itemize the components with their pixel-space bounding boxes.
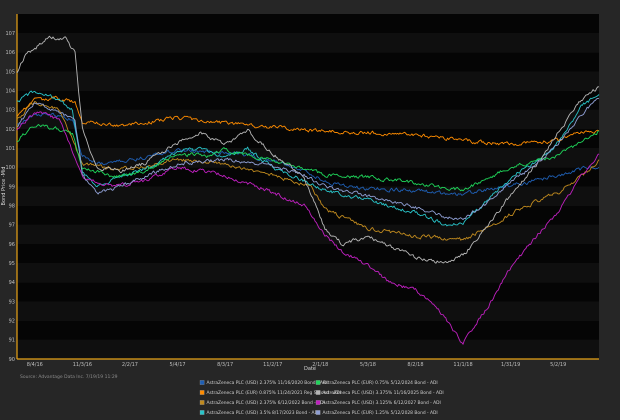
legend-swatch (199, 410, 205, 415)
x-tick-label: 5/3/18 (360, 362, 376, 368)
legend-label: AstraZeneca PLC (EUR) 0.875% 11/24/2021 … (207, 390, 342, 396)
y-tick-label: 94 (9, 280, 15, 286)
legend-label: AstraZeneca PLC (EUR) 1.25% 5/12/2028 Bo… (323, 410, 438, 416)
legend-swatch (199, 380, 205, 385)
grid-band (17, 339, 599, 359)
legend-swatch (315, 380, 321, 385)
grid-band (17, 320, 599, 340)
legend-item: AstraZeneca PLC (USD) 3.125% 6/12/2027 B… (315, 400, 441, 406)
legend-swatch (315, 400, 321, 405)
y-tick-label: 99 (9, 184, 15, 190)
x-tick-label: 11/1/18 (453, 362, 472, 368)
y-axis-label: Bond Price -Mid (1, 167, 7, 206)
y-tick-label: 102 (5, 127, 15, 133)
y-tick-label: 98 (9, 203, 15, 209)
x-tick-label: 2/2/17 (122, 362, 138, 368)
legend-label: AstraZeneca PLC (EUR) 0.75% 5/12/2024 Bo… (323, 380, 438, 386)
x-tick-label: 8/3/17 (217, 362, 233, 368)
x-tick-label: 8/2/18 (407, 362, 423, 368)
x-tick-label: 11/2/17 (263, 362, 282, 368)
grid-band (17, 109, 599, 129)
y-tick-label: 101 (5, 146, 15, 152)
x-tick-label: 8/4/16 (27, 362, 43, 368)
legend-label: AstraZeneca PLC (USD) 3.5% 8/17/2023 Bon… (207, 410, 320, 416)
legend-label: AstraZeneca PLC (USD) 3.375% 11/16/2025 … (323, 390, 444, 396)
grid-band (17, 244, 599, 264)
grid-band (17, 282, 599, 302)
y-tick-label: 92 (9, 318, 15, 324)
legend-swatch (199, 390, 205, 395)
grid-band (17, 71, 599, 91)
y-tick-label: 103 (5, 108, 15, 114)
y-tick-label: 96 (9, 242, 15, 248)
y-tick-label: 93 (9, 299, 15, 305)
legend-item: AstraZeneca PLC (EUR) 1.25% 5/12/2028 Bo… (315, 410, 438, 416)
y-tick-label: 106 (5, 50, 15, 56)
grid-band (17, 224, 599, 244)
x-tick-label: 1/31/19 (501, 362, 520, 368)
legend-swatch (199, 400, 205, 405)
x-tick-label: 5/4/17 (169, 362, 185, 368)
y-tick-label: 104 (5, 88, 15, 94)
grid-band (17, 52, 599, 72)
chart: 9091929394959697989910010110210310410510… (0, 0, 620, 420)
legend-item: AstraZeneca PLC (EUR) 0.75% 5/12/2024 Bo… (315, 380, 438, 386)
y-tick-label: 91 (9, 338, 15, 344)
legend-swatch (315, 390, 321, 395)
legend-swatch (315, 410, 321, 415)
legend-label: AstraZeneca PLC (USD) 2.375% 6/12/2022 B… (207, 400, 325, 406)
y-tick-label: 95 (9, 261, 15, 267)
source-note: Source: Advantage Data Inc. 7/19/19 11:2… (20, 374, 118, 380)
grid-band (17, 33, 599, 53)
x-tick-label: 5/2/19 (550, 362, 566, 368)
x-tick-label: 11/3/16 (73, 362, 92, 368)
legend-item: AstraZeneca PLC (USD) 2.375% 11/16/2020 … (199, 380, 328, 386)
y-tick-label: 90 (9, 357, 15, 363)
legend-label: AstraZeneca PLC (USD) 3.125% 6/12/2027 B… (323, 400, 441, 406)
legend-label: AstraZeneca PLC (USD) 2.375% 11/16/2020 … (207, 380, 328, 386)
y-tick-label: 97 (9, 223, 15, 229)
y-tick-label: 107 (5, 31, 15, 37)
legend-item: AstraZeneca PLC (USD) 3.375% 11/16/2025 … (315, 390, 444, 396)
legend-item: AstraZeneca PLC (USD) 2.375% 6/12/2022 B… (199, 400, 325, 406)
grid-band (17, 14, 599, 34)
grid-band (17, 301, 599, 321)
grid-band (17, 90, 599, 110)
legend-item: AstraZeneca PLC (USD) 3.5% 8/17/2023 Bon… (199, 410, 320, 416)
x-axis-label: Date (304, 366, 316, 372)
y-tick-label: 105 (5, 69, 15, 75)
